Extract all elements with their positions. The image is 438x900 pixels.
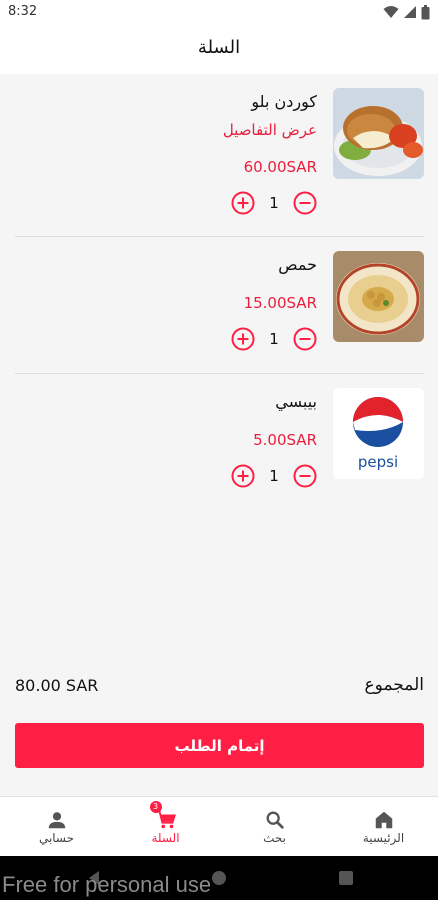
- home-button-icon[interactable]: [211, 870, 227, 886]
- wifi-icon: [383, 6, 399, 18]
- page-title: السلة: [197, 37, 241, 58]
- total-value: 80.00 SAR: [15, 676, 99, 695]
- decrease-quantity-button[interactable]: [293, 191, 317, 215]
- nav-item-search[interactable]: بحث: [220, 797, 329, 857]
- cart-item: حمص 15.00SAR 1: [15, 237, 424, 374]
- cart-item: كوردن بلو عرض التفاصيل 60.00SAR 1: [15, 74, 424, 237]
- recents-icon[interactable]: [338, 870, 354, 886]
- signal-icon: [404, 6, 416, 18]
- item-price: 60.00SAR: [243, 158, 317, 176]
- quantity-value: 1: [269, 467, 279, 485]
- home-icon: [375, 811, 392, 829]
- nav-label: بحث: [263, 831, 286, 845]
- status-time: 8:32: [8, 4, 38, 19]
- nav-label: حسابي: [38, 831, 75, 845]
- increase-quantity-button[interactable]: [231, 327, 255, 351]
- checkout-button[interactable]: إتمام الطلب: [15, 723, 424, 768]
- app-bar: السلة: [0, 24, 438, 74]
- nav-item-cart[interactable]: 3 السلة: [111, 797, 220, 857]
- cart-item: pepsi بيبسي 5.00SAR 1: [15, 374, 424, 511]
- view-details-link[interactable]: عرض التفاصيل: [223, 121, 317, 139]
- item-price: 5.00SAR: [253, 431, 317, 449]
- quantity-value: 1: [269, 330, 279, 348]
- item-name: حمص: [278, 255, 317, 274]
- cart-badge: 3: [149, 801, 162, 813]
- person-icon: [48, 812, 65, 829]
- pepsi-logo: pepsi: [333, 388, 424, 479]
- increase-quantity-button[interactable]: [231, 191, 255, 215]
- item-price: 15.00SAR: [243, 294, 317, 312]
- nav-label: الرئيسية: [362, 831, 405, 845]
- status-icons: [383, 4, 430, 20]
- quantity-stepper: 1: [231, 191, 317, 215]
- watermark: Free for personal use: [2, 872, 212, 897]
- nav-item-home[interactable]: الرئيسية: [329, 797, 438, 857]
- status-bar: 8:32: [0, 0, 438, 24]
- quantity-stepper: 1: [231, 464, 317, 488]
- cordon-bleu-image: [333, 88, 424, 179]
- battery-icon: [421, 4, 430, 19]
- svg-text:pepsi: pepsi: [358, 453, 398, 471]
- nav-item-account[interactable]: حسابي: [2, 797, 111, 857]
- quantity-stepper: 1: [231, 327, 317, 351]
- decrease-quantity-button[interactable]: [293, 464, 317, 488]
- search-icon: [266, 811, 284, 829]
- quantity-value: 1: [269, 194, 279, 212]
- item-name: بيبسي: [275, 392, 317, 411]
- total-row: المجموع 80.00 SAR: [15, 675, 424, 699]
- increase-quantity-button[interactable]: [231, 464, 255, 488]
- nav-label: السلة: [151, 831, 180, 845]
- hummus-image: [333, 251, 424, 342]
- bottom-nav: الرئيسية بحث 3 السلة حسابي: [0, 796, 438, 856]
- decrease-quantity-button[interactable]: [293, 327, 317, 351]
- item-name: كوردن بلو: [251, 92, 317, 111]
- total-label: المجموع: [364, 675, 424, 695]
